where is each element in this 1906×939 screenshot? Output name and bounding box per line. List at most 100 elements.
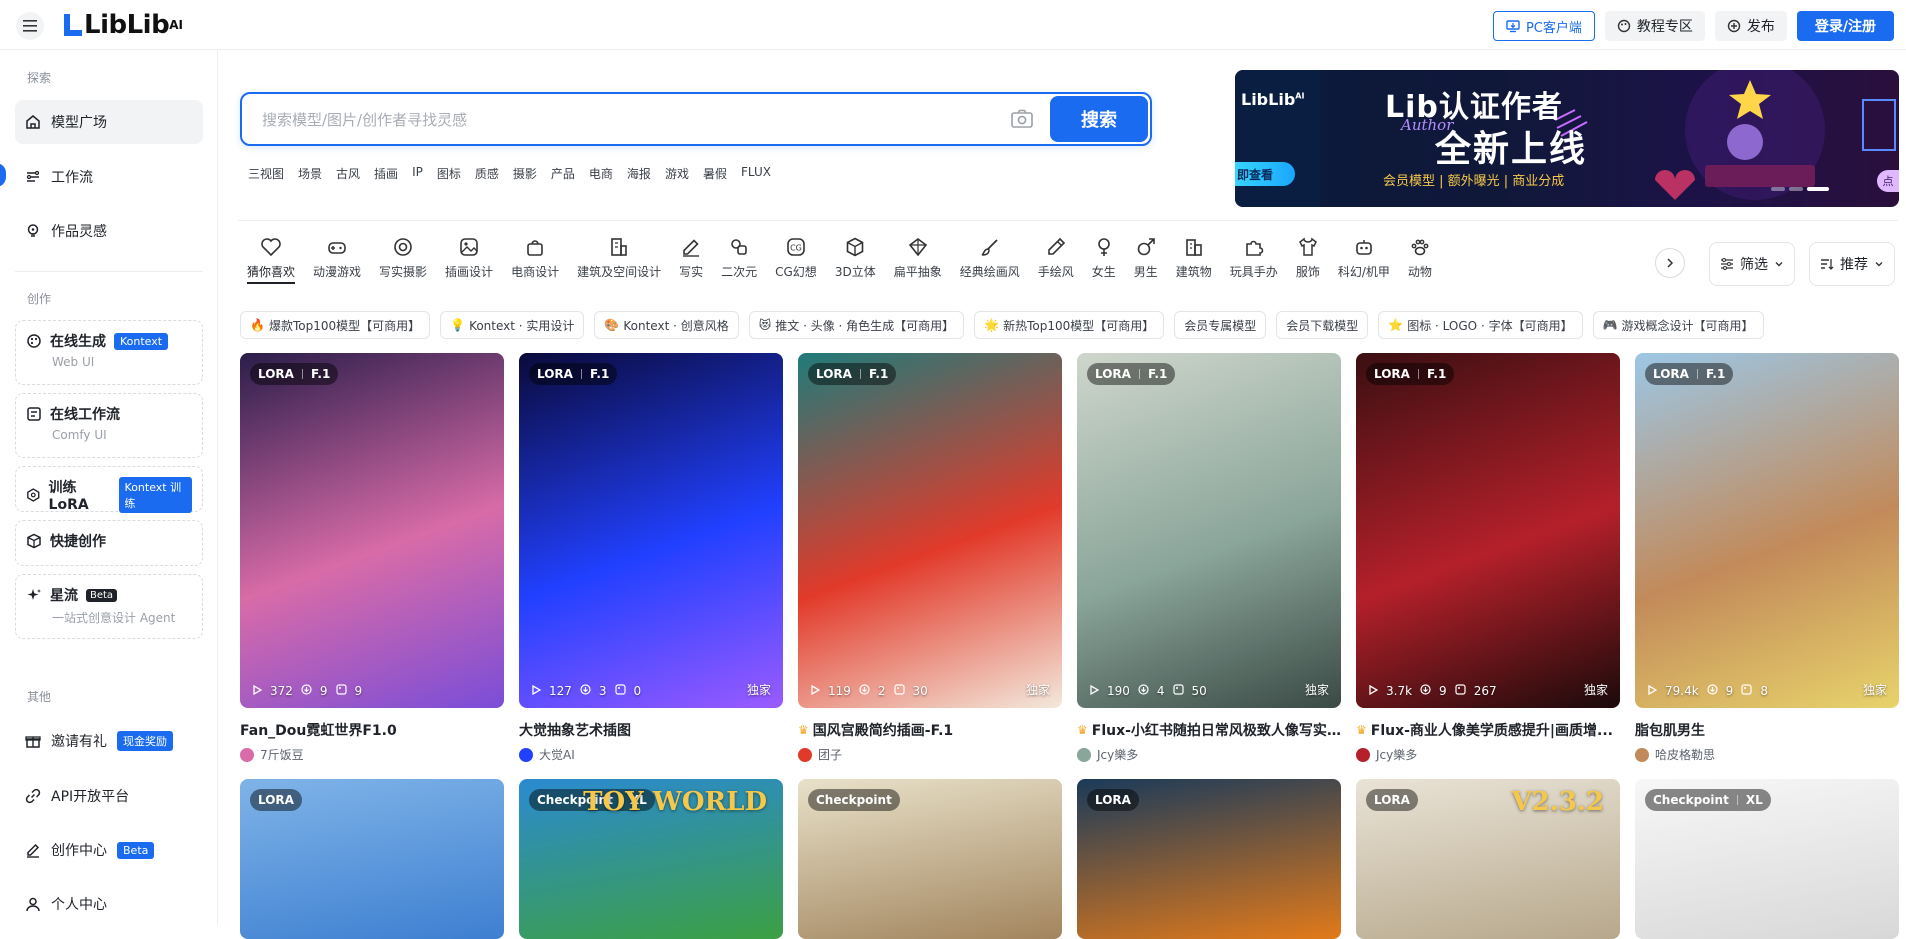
category-tab[interactable]: 动物 [1399,236,1441,292]
category-tab[interactable]: 手绘风 [1029,236,1083,292]
login-button[interactable]: 登录/注册 [1796,11,1894,41]
sidebar-card-online-workflow[interactable]: 在线工作流 Comfy UI [15,393,203,458]
category-tab[interactable]: 电商设计 [502,236,568,292]
model-title[interactable]: 脂包肌男生 [1635,720,1899,740]
model-card[interactable]: LORA F.1 372 9 9 Fan_Dou霓虹世界F1.0 7斤饭豆 [240,353,504,763]
collection-chip[interactable]: 🎨 Kontext · 创意风格 [594,311,739,339]
model-thumbnail[interactable]: LORA F.1 127 3 0 独家 [519,353,783,708]
collection-chip[interactable]: 🎮 游戏概念设计【可商用】 [1592,311,1764,339]
collection-chip[interactable]: 🔥 爆款Top100模型【可商用】 [240,311,431,339]
logo[interactable]: LibLib AI [62,10,183,40]
category-tab[interactable]: 二次元 [712,236,766,292]
category-tab[interactable]: 科幻/机甲 [1329,236,1399,292]
model-card[interactable]: LORA F.1 119 2 30 独家 ♛ 国风宫殿简约插画-F.1 团子 [798,353,1062,763]
model-author[interactable]: 大觉AI [519,746,783,763]
category-tab[interactable]: 动漫游戏 [304,236,370,292]
model-title[interactable]: ♛ 国风宫殿简约插画-F.1 [798,720,1062,740]
category-tab[interactable]: 插画设计 [436,236,502,292]
model-thumbnail[interactable]: Checkpoint XL [1635,779,1899,939]
collection-chip[interactable]: 会员下载模型 [1276,311,1369,339]
model-author[interactable]: Jcy樂多 [1077,746,1341,763]
category-tab[interactable]: 服饰 [1287,236,1329,292]
hot-tag[interactable]: 海报 [627,165,651,182]
hot-tag[interactable]: IP [412,165,423,182]
model-thumbnail[interactable]: LORA F.1 79.4k 9 8 独家 [1635,353,1899,708]
banner-cta-button[interactable]: 即查看 [1235,162,1295,186]
collection-chip[interactable]: 😻 推文 · 头像 · 角色生成【可商用】 [748,311,965,339]
hot-tag[interactable]: 古风 [336,165,360,182]
model-card[interactable]: Checkpoint XL TOY WORLD [519,779,783,939]
sidebar-item-invite[interactable]: 邀请有礼 现金奖励 [15,719,203,763]
hot-tag[interactable]: 场景 [298,165,322,182]
model-title[interactable]: 大觉抽象艺术插图 [519,720,783,740]
model-title[interactable]: ♛ Flux-商业人像美学质感提升|画质增... [1356,720,1620,740]
model-thumbnail[interactable]: LORA F.1 119 2 30 独家 [798,353,1062,708]
collection-chip[interactable]: 会员专属模型 [1174,311,1267,339]
model-card[interactable]: Checkpoint [798,779,1062,939]
search-input[interactable] [262,106,962,134]
sidebar-item-workflow[interactable]: 工作流 [15,155,203,199]
hot-tag[interactable]: 摄影 [513,165,537,182]
category-tab[interactable]: 写实摄影 [370,236,436,292]
chevron-right-icon[interactable] [1655,248,1685,278]
category-tab[interactable]: 写实 [670,236,712,292]
search-button[interactable]: 搜索 [1050,96,1148,142]
banner-corner-button[interactable]: 点 [1877,170,1899,192]
model-card[interactable]: LORA F.1 79.4k 9 8 独家 脂包肌男生 哈皮格勒思 [1635,353,1899,763]
promo-banner[interactable]: LibLibAI 即查看 Lib认证作者 Author 全新上线 会员模型 | … [1235,70,1899,207]
category-tab[interactable]: 玩具手办 [1221,236,1287,292]
sidebar-item-inspiration[interactable]: 作品灵感 [15,209,203,253]
sidebar-card-train-lora[interactable]: 训练LoRA Kontext 训练 [15,466,203,513]
hot-tag[interactable]: 图标 [437,165,461,182]
model-thumbnail[interactable]: LORA F.1 3.7k 9 267 独家 [1356,353,1620,708]
model-card[interactable]: LORA F.1 3.7k 9 267 独家 ♛ Flux-商业人像美学质感提升|画质增...… [1356,353,1620,763]
model-thumbnail[interactable]: LORA [1077,779,1341,939]
sidebar-item-model-square[interactable]: 模型广场 [15,100,203,144]
hot-tag[interactable]: 游戏 [665,165,689,182]
model-thumbnail[interactable]: LORA V2.3.2 [1356,779,1620,939]
hot-tag[interactable]: 暑假 [703,165,727,182]
category-tab[interactable]: 建筑及空间设计 [568,236,670,292]
model-author[interactable]: 团子 [798,746,1062,763]
model-card[interactable]: Checkpoint XL [1635,779,1899,939]
hot-tag[interactable]: 电商 [589,165,613,182]
camera-icon[interactable] [1010,108,1036,132]
category-tab[interactable]: 女生 [1083,236,1125,292]
category-tab[interactable]: CG CG幻想 [766,236,826,292]
model-thumbnail[interactable]: Checkpoint XL TOY WORLD [519,779,783,939]
model-thumbnail[interactable]: LORA F.1 372 9 9 [240,353,504,708]
sidebar-item-profile[interactable]: 个人中心 [15,882,203,926]
sidebar-item-api[interactable]: API开放平台 [15,774,203,818]
hot-tag[interactable]: 质感 [475,165,499,182]
model-card[interactable]: LORA V2.3.2 [1356,779,1620,939]
publish-button[interactable]: 发布 [1714,11,1787,41]
model-title[interactable]: Fan_Dou霓虹世界F1.0 [240,720,504,740]
model-title[interactable]: ♛ Flux-小红书随拍日常风极致人像写实... [1077,720,1341,740]
model-thumbnail[interactable]: LORA [240,779,504,939]
pc-client-button[interactable]: PC客户端 [1492,11,1595,41]
model-thumbnail[interactable]: Checkpoint [798,779,1062,939]
sidebar-card-quick-create[interactable]: 快捷创作 [15,520,203,566]
sort-button[interactable]: 推荐 [1809,242,1895,286]
category-tab[interactable]: 男生 [1125,236,1167,292]
menu-icon[interactable] [16,12,44,40]
model-author[interactable]: 7斤饭豆 [240,746,504,763]
category-tab[interactable]: 扁平抽象 [885,236,951,292]
collection-chip[interactable]: 🌟 新热Top100模型【可商用】 [974,311,1165,339]
hot-tag[interactable]: FLUX [741,165,771,182]
category-tab[interactable]: 猜你喜欢 [238,236,304,292]
hot-tag[interactable]: 插画 [374,165,398,182]
hot-tag[interactable]: 产品 [551,165,575,182]
category-tab[interactable]: 3D立体 [826,236,885,292]
tutorial-button[interactable]: 教程专区 [1604,11,1705,41]
sidebar-item-creator-center[interactable]: 创作中心 Beta [15,828,203,872]
collection-chip[interactable]: ⭐ 图标 · LOGO · 字体【可商用】 [1378,311,1583,339]
model-card[interactable]: LORA [240,779,504,939]
hot-tag[interactable]: 三视图 [248,165,284,182]
model-card[interactable]: LORA [1077,779,1341,939]
filter-button[interactable]: 筛选 [1709,242,1795,286]
model-thumbnail[interactable]: LORA F.1 190 4 50 独家 [1077,353,1341,708]
category-tab[interactable]: 建筑物 [1167,236,1221,292]
model-author[interactable]: Jcy樂多 [1356,746,1620,763]
sidebar-card-xingliu[interactable]: 星流 Beta 一站式创意设计 Agent [15,574,203,639]
